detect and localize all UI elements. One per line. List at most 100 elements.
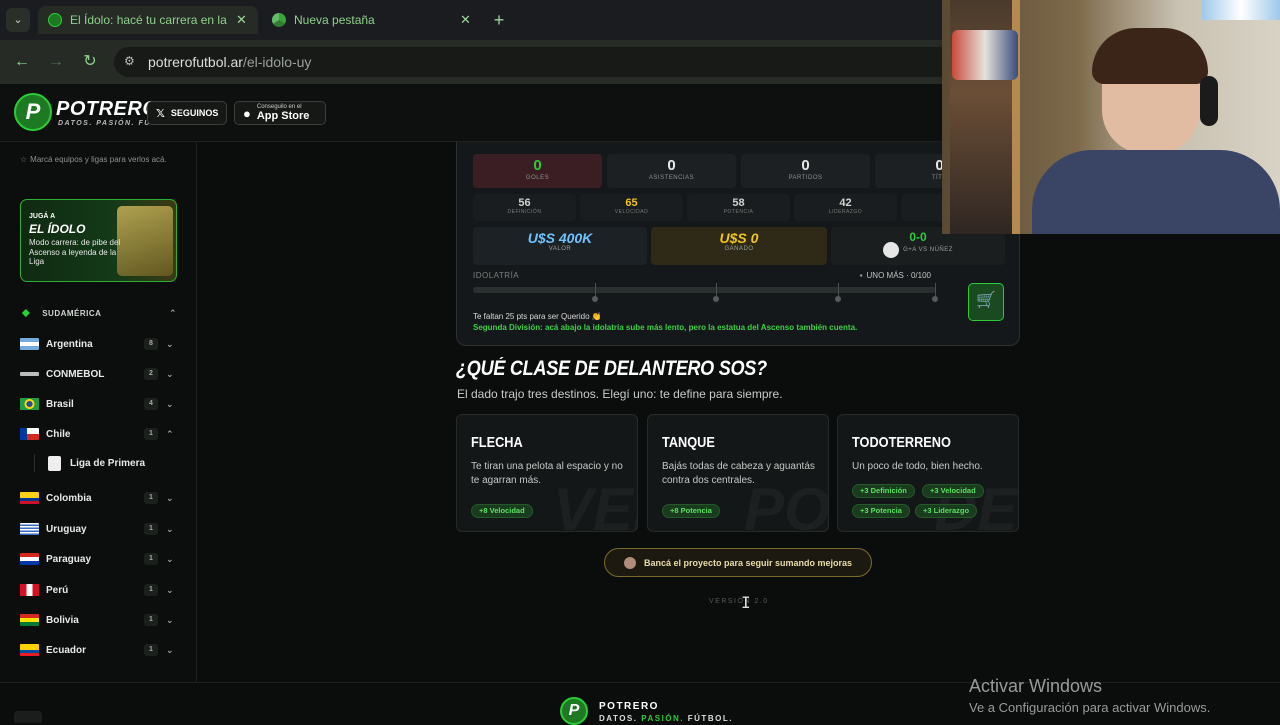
footer-logo-icon[interactable]: P xyxy=(560,697,588,725)
chevron-up-icon[interactable]: ⌃ xyxy=(166,429,174,440)
chevron-down-icon[interactable]: ⌄ xyxy=(166,369,174,380)
chevron-down-icon[interactable]: ⌄ xyxy=(166,554,174,565)
site-settings-icon[interactable]: ⚙ xyxy=(124,54,135,68)
url-host: potrerofutbol.ar xyxy=(148,54,243,70)
bonus-pill: +3 Liderazgo xyxy=(915,504,978,518)
sidebar-item-paraguay[interactable]: Paraguay 1 ⌄ xyxy=(20,549,177,569)
logo-name[interactable]: POTRERO xyxy=(56,98,158,121)
version-label: VERSIÓN 2.0 xyxy=(709,598,769,605)
close-tab-icon[interactable]: ✕ xyxy=(236,12,247,28)
money-value: U$S 400K xyxy=(527,230,593,246)
url-input[interactable]: ⚙ potrerofutbol.ar/el-idolo-uy xyxy=(114,47,954,77)
windows-activation-text: Ve a Configuración para activar Windows. xyxy=(969,700,1211,715)
count-badge: 1 xyxy=(144,492,158,504)
progress-tick xyxy=(595,283,596,297)
option-tanque-card[interactable]: POT TANQUE Bajás todas de cabeza y aguan… xyxy=(647,414,829,532)
tab-el-idolo[interactable]: El Ídolo: hacé tu carrera en la Li ✕ xyxy=(38,6,258,34)
country-label: Brasil xyxy=(46,398,74,410)
back-arrow-icon[interactable]: ← xyxy=(12,52,32,72)
region-header-sudamerica[interactable]: ⬥ SUDAMÉRICA ⌃ xyxy=(22,307,177,320)
chevron-down-icon[interactable]: ⌄ xyxy=(166,399,174,410)
sidebar-item-argentina[interactable]: Argentina 8 ⌄ xyxy=(20,334,177,354)
sidebar-item-bolivia[interactable]: Bolivia 1 ⌄ xyxy=(20,610,177,630)
uruguay-flag-icon xyxy=(20,523,39,535)
bolivia-flag-icon xyxy=(20,614,39,626)
country-label: Colombia xyxy=(46,492,92,504)
level-dot-icon: ▪ xyxy=(859,271,863,280)
reload-icon[interactable]: ↻ xyxy=(80,52,100,72)
attr-label: VELOCIDAD xyxy=(614,209,649,215)
money-valor: U$S 400K VALOR xyxy=(473,227,647,265)
count-badge: 8 xyxy=(144,338,158,350)
country-label: Paraguay xyxy=(46,553,92,565)
count-badge: 1 xyxy=(144,523,158,535)
follow-x-button[interactable]: 𝕏 SEGUINOS xyxy=(147,101,227,125)
chevron-up-icon[interactable]: ⌃ xyxy=(169,308,177,319)
attr-label: POTENCIA xyxy=(723,209,754,215)
sidebar-item-chile[interactable]: Chile 1 ⌃ xyxy=(20,424,177,444)
idolatria-level: ▪ UNO MÁS · 0/100 xyxy=(860,271,931,280)
tagline-futbol: FÚTBOL. xyxy=(687,714,733,723)
chevron-down-icon[interactable]: ⌄ xyxy=(166,493,174,504)
chevron-down-icon[interactable]: ⌄ xyxy=(166,585,174,596)
webcam-headset xyxy=(1200,76,1218,126)
tab-list-chevron-icon[interactable]: ⌄ xyxy=(6,8,30,32)
option-description: Un poco de todo, bien hecho. xyxy=(852,461,983,472)
count-badge: 1 xyxy=(144,584,158,596)
support-project-button[interactable]: Bancá el proyecto para seguir sumando me… xyxy=(604,548,872,577)
sidebar-item-ecuador[interactable]: Ecuador 1 ⌄ xyxy=(20,640,177,660)
sidebar-item-conmebol[interactable]: CONMEBOL 2 ⌄ xyxy=(20,364,177,384)
tab-title: Nueva pestaña xyxy=(294,13,375,27)
career-stats-panel: 0 GOLES 0 ASISTENCIAS 0 PARTIDOS 0 TÍTU … xyxy=(456,142,1020,346)
sidebar-item-uruguay[interactable]: Uruguay 1 ⌄ xyxy=(20,519,177,539)
ecuador-flag-icon xyxy=(20,644,39,656)
chevron-down-icon[interactable]: ⌄ xyxy=(166,615,174,626)
stat-value: 0 xyxy=(801,157,810,174)
attr-value: 42 xyxy=(839,197,852,209)
count-badge: 1 xyxy=(144,553,158,565)
chevron-down-icon[interactable]: ⌄ xyxy=(166,339,174,350)
option-description: Te tiran una pelota al espacio y no te a… xyxy=(471,461,623,486)
footer-corner-button[interactable] xyxy=(14,711,42,723)
stat-partidos: 0 PARTIDOS xyxy=(741,154,870,188)
chevron-down-icon[interactable]: ⌄ xyxy=(166,645,174,656)
sidebar-item-colombia[interactable]: Colombia 1 ⌄ xyxy=(20,488,177,508)
webcam-overlay xyxy=(942,0,1280,234)
sidebar-item-brasil[interactable]: Brasil 4 ⌄ xyxy=(20,394,177,414)
option-title: FLECHA xyxy=(471,434,523,451)
country-label: Perú xyxy=(46,584,69,596)
option-title: TANQUE xyxy=(662,434,715,451)
country-label: Bolivia xyxy=(46,614,79,626)
stat-goles: 0 GOLES xyxy=(473,154,602,188)
close-tab-icon[interactable]: ✕ xyxy=(460,12,471,28)
count-badge: 4 xyxy=(144,398,158,410)
sidebar-item-peru[interactable]: Perú 1 ⌄ xyxy=(20,580,177,600)
money-value: U$S 0 xyxy=(719,230,759,246)
attr-potencia: 58 POTENCIA xyxy=(687,194,790,221)
apple-icon: ● xyxy=(243,105,251,121)
potrero-logo-icon[interactable]: P xyxy=(14,93,52,131)
shop-cart-button[interactable]: 🛒 xyxy=(968,283,1004,321)
chevron-down-icon[interactable]: ⌄ xyxy=(166,524,174,535)
sidebar-hint-text: Marcá equipos y ligas para verlos acá. xyxy=(30,155,167,164)
tagline-datos: DATOS. xyxy=(599,714,638,723)
forward-arrow-icon[interactable]: → xyxy=(46,52,66,72)
milestone-heart-icon xyxy=(713,296,719,302)
el-idolo-promo-card[interactable]: JUGÁ A EL ÍDOLO Modo carrera: de pibe de… xyxy=(20,199,177,282)
option-todoterreno-card[interactable]: DEF TODOTERRENO Un poco de todo, bien he… xyxy=(837,414,1019,532)
app-store-button[interactable]: ● Conseguilo en el App Store xyxy=(234,101,326,125)
tab-new-tab[interactable]: Nueva pestaña ✕ xyxy=(262,6,482,34)
new-tab-plus-icon[interactable]: + xyxy=(488,9,510,31)
sidebar-item-liga-de-primera[interactable]: Liga de Primera xyxy=(48,456,145,471)
progress-tick xyxy=(935,283,936,297)
count-badge: 2 xyxy=(144,368,158,380)
attr-velocidad: 65 VELOCIDAD xyxy=(580,194,683,221)
option-title: TODOTERRENO xyxy=(852,434,951,451)
league-label: Liga de Primera xyxy=(70,458,146,469)
option-flecha-card[interactable]: VEL FLECHA Te tiran una pelota al espaci… xyxy=(456,414,638,532)
money-ganado: U$S 0 GANADO xyxy=(651,227,827,265)
colombia-flag-icon xyxy=(20,492,39,504)
division-message: Segunda División: acá abajo la idolatría… xyxy=(473,323,858,332)
attr-liderazgo: 42 LIDERAZGO xyxy=(794,194,897,221)
paraguay-flag-icon xyxy=(20,553,39,565)
